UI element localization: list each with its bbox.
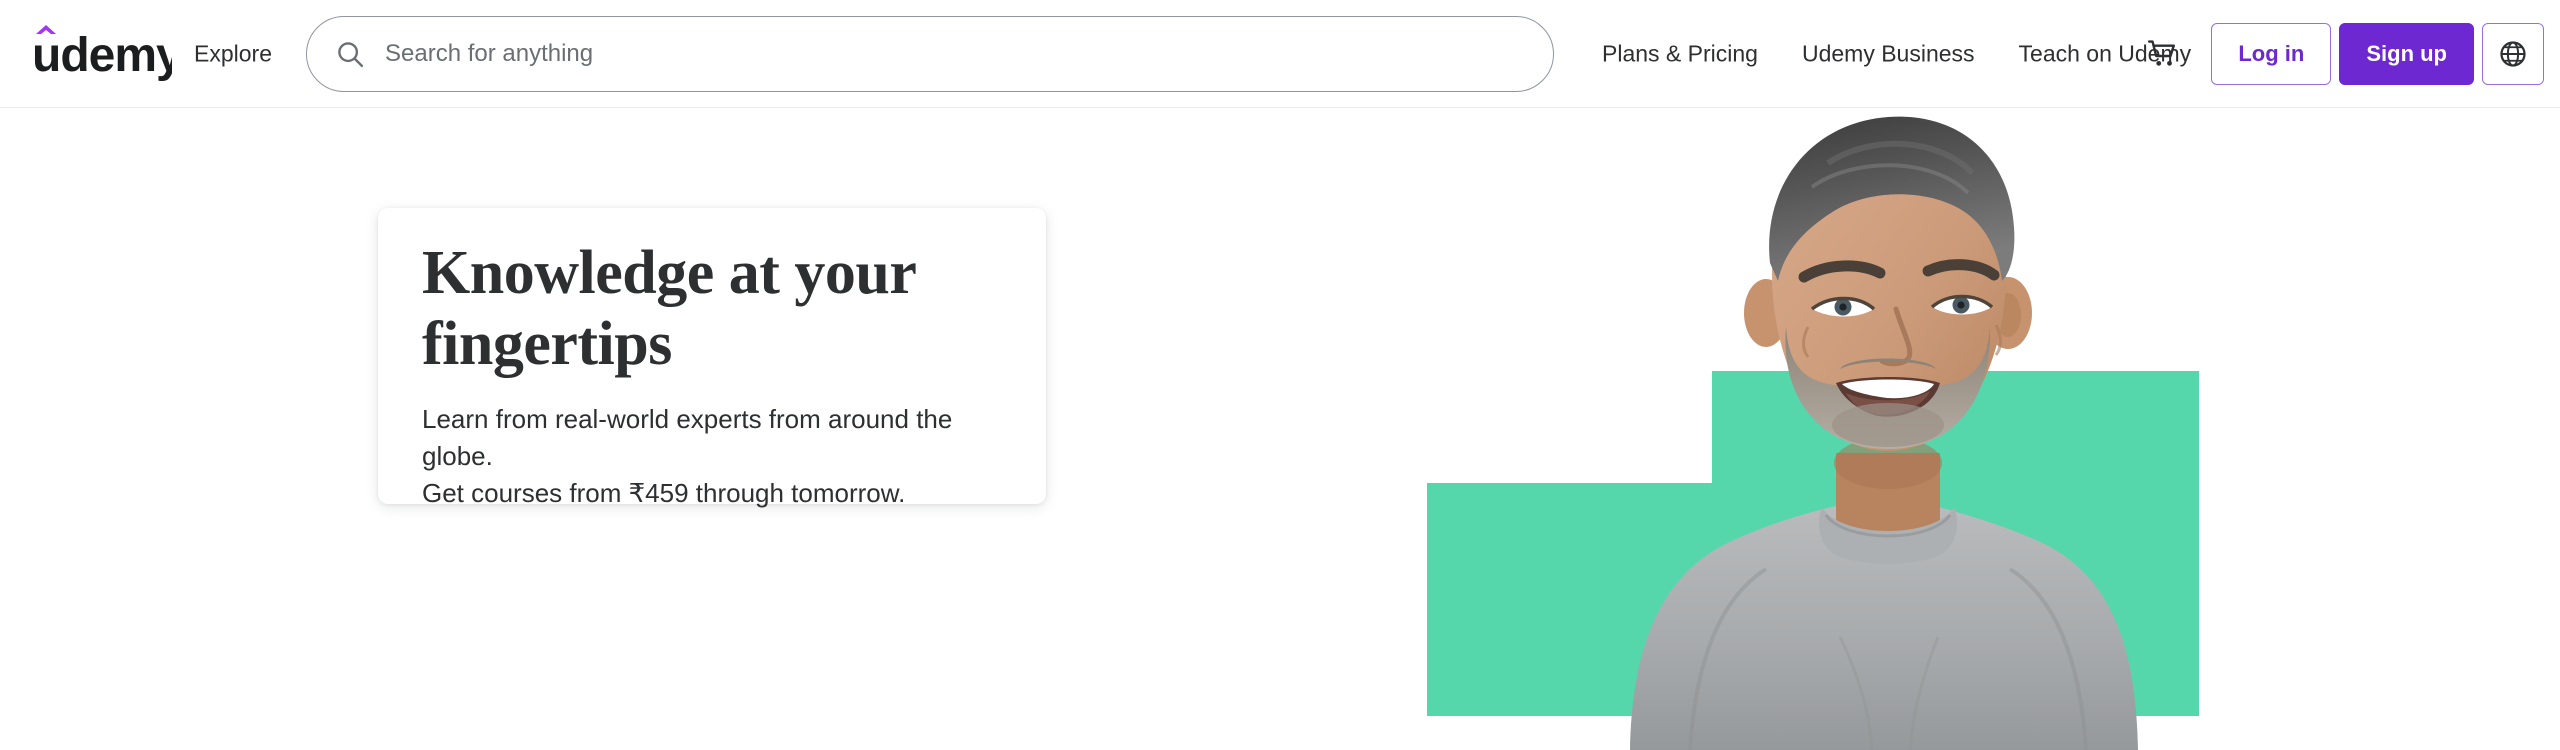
header-actions: Log in Sign up bbox=[2135, 22, 2544, 85]
search-icon bbox=[338, 42, 364, 68]
hero-subtitle: Learn from real-world experts from aroun… bbox=[422, 401, 1002, 512]
log-in-button[interactable]: Log in bbox=[2211, 22, 2332, 85]
primary-nav: Plans & Pricing Udemy Business Teach on … bbox=[1580, 30, 2213, 77]
shopping-cart-icon bbox=[2148, 39, 2176, 66]
svg-text:udemy: udemy bbox=[32, 29, 172, 82]
udemy-logo[interactable]: udemy bbox=[22, 16, 172, 86]
hero-info-card: Knowledge at your fingertips Learn from … bbox=[378, 208, 1046, 508]
udemy-logo-icon: udemy bbox=[32, 25, 172, 82]
hero-section: Knowledge at your fingertips Learn from … bbox=[0, 109, 2560, 750]
search-bar[interactable] bbox=[306, 16, 1554, 92]
hero-person-image bbox=[1540, 109, 2220, 750]
explore-link[interactable]: Explore bbox=[188, 32, 278, 75]
hero-title: Knowledge at your fingertips bbox=[422, 238, 1002, 379]
shopping-cart-button[interactable] bbox=[2135, 26, 2191, 82]
hero-subtitle-line-1: Learn from real-world experts from aroun… bbox=[422, 404, 953, 472]
nav-link-udemy-business[interactable]: Udemy Business bbox=[1780, 30, 1997, 77]
nav-link-plans-pricing[interactable]: Plans & Pricing bbox=[1580, 30, 1780, 77]
globe-icon bbox=[2500, 40, 2526, 67]
hero-subtitle-line-2: Get courses from ₹459 through tomorrow. bbox=[422, 478, 906, 509]
sign-up-button[interactable]: Sign up bbox=[2339, 22, 2474, 85]
page-root: udemy Explore Plans & Pricing Udemy Busi… bbox=[0, 0, 2560, 750]
search-input[interactable] bbox=[385, 34, 1485, 74]
site-header: udemy Explore Plans & Pricing Udemy Busi… bbox=[0, 0, 2560, 108]
hero-title-line-2: fingertips bbox=[422, 309, 672, 378]
smiling-man-illustration bbox=[1630, 116, 2138, 750]
language-selector-button[interactable] bbox=[2482, 22, 2544, 85]
hero-title-line-1: Knowledge at your bbox=[422, 239, 917, 307]
